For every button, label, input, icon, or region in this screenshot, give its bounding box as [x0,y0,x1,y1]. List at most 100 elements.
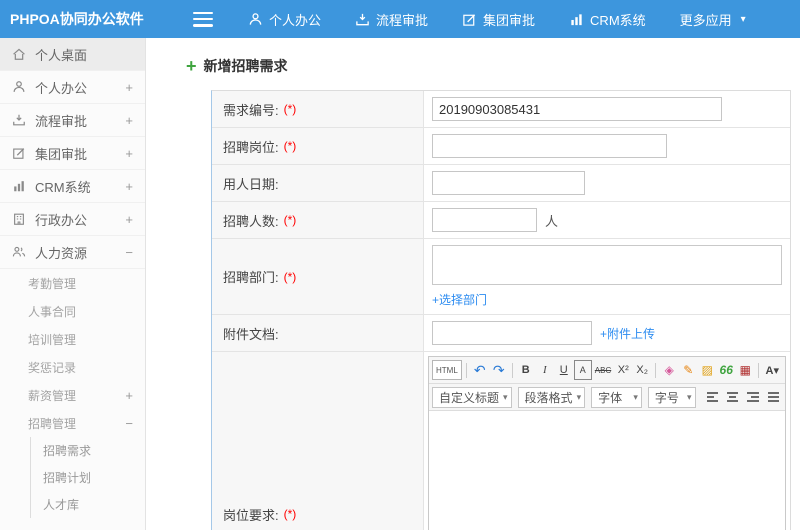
sidebar-subitem-talent-pool[interactable]: 人才库 [31,491,145,518]
undo-button[interactable]: ↶ [471,360,489,380]
sidebar-item-group-approval[interactable]: 集团审批 + [0,137,145,170]
recruit-department-textarea[interactable] [432,245,782,285]
dropdown-label: 自定义标题 [439,390,500,405]
align-justify-button[interactable] [765,387,782,407]
sidebar-item-label: 行政办公 [35,212,88,228]
sidebar-subitem-rewards[interactable]: 奖惩记录 [0,353,145,381]
label-text: 岗位要求: [223,507,279,523]
sidebar-item-label: 奖惩记录 [28,360,77,375]
hire-date-input[interactable] [432,171,585,195]
add-icon: + [186,56,197,76]
align-left-button[interactable] [704,387,721,407]
select-department-link[interactable]: +选择部门 [432,291,487,308]
recruit-count-input[interactable] [432,208,537,232]
field-value: 人 [424,202,790,238]
nav-crm-system[interactable]: CRM系统 [552,0,663,38]
bar-chart-icon [12,179,26,193]
sidebar-subitem-recruit-demand[interactable]: 招聘需求 [31,437,145,464]
sidebar-item-personal-office[interactable]: 个人办公 + [0,71,145,104]
superscript-button[interactable]: X² [614,360,632,380]
demand-number-input[interactable] [432,97,722,121]
eraser-button[interactable]: ◈ [660,360,678,380]
sidebar-item-crm-system[interactable]: CRM系统 + [0,170,145,203]
italic-button[interactable]: I [536,360,554,380]
field-label: 招聘人数: (*) [212,202,424,238]
font-size-dropdown[interactable]: 字号 ▾ [647,386,696,408]
bar-chart-icon [569,12,584,27]
hamburger-menu-icon[interactable] [193,11,213,27]
nav-workflow-approval[interactable]: 流程审批 [338,0,445,38]
nav-group-approval[interactable]: 集团审批 [445,0,552,38]
nav-more-apps[interactable]: 更多应用 ▾ [663,0,763,38]
strikethrough-button[interactable]: ABC [593,360,613,380]
insert-table-button[interactable]: ▦ [736,360,754,380]
sidebar-subitem-hr-contract[interactable]: 人事合同 [0,297,145,325]
attachment-input[interactable] [432,321,592,345]
sidebar-item-admin-office[interactable]: 行政办公 + [0,203,145,236]
paragraph-format-dropdown[interactable]: 段落格式 ▾ [517,386,586,408]
underline-button[interactable]: U [555,360,573,380]
redo-button[interactable]: ↷ [490,360,508,380]
form-row-position-requirements: 岗位要求: (*) HTML ↶ ↷ B I U A ABC X² X₂ ◈ ✎… [212,352,790,530]
nav-label: 集团审批 [483,12,536,28]
sidebar-item-label: 考勤管理 [28,276,77,291]
sidebar-item-label: 招聘需求 [43,444,92,458]
required-mark: (*) [283,102,297,116]
toolbar-separator [655,362,657,378]
html-source-button[interactable]: HTML [432,360,462,380]
field-label: 附件文档: [212,315,424,351]
expand-plus-icon: + [125,79,133,95]
editor-content[interactable] [429,411,785,530]
sidebar-item-label: 个人桌面 [35,47,88,63]
form-row-demand-number: 需求编号: (*) [212,91,790,128]
person-icon [12,80,26,94]
sidebar-item-label: 人力资源 [35,245,88,261]
chevron-down-icon: ▾ [633,391,638,402]
bold-button[interactable]: B [517,360,535,380]
font-color-button[interactable]: A▾ [763,360,781,380]
font-family-dropdown[interactable]: 字体 ▾ [591,386,642,408]
group-approval-icon [462,12,477,27]
chevron-down-icon: ▾ [740,13,746,25]
sidebar-subitem-attendance[interactable]: 考勤管理 [0,269,145,297]
sidebar-subitem-training[interactable]: 培训管理 [0,325,145,353]
label-text: 招聘岗位: [223,139,279,155]
recruit-demand-form: 需求编号: (*) 招聘岗位: (*) [211,90,791,530]
align-center-button[interactable] [724,387,741,407]
required-mark: (*) [283,507,297,521]
field-label: 招聘部门: (*) [212,239,424,314]
expand-plus-icon: + [125,145,133,161]
field-value [424,128,790,164]
blockquote-button[interactable]: 66 [717,360,735,380]
nav-personal-office[interactable]: 个人办公 [231,0,338,38]
sidebar-item-workflow-approval[interactable]: 流程审批 + [0,104,145,137]
sidebar-item-human-resources[interactable]: 人力资源 − [0,236,145,269]
form-row-recruit-count: 招聘人数: (*) 人 [212,202,790,239]
recruit-position-input[interactable] [432,134,667,158]
font-box-button[interactable]: A [573,360,592,380]
main-content: + 新增招聘需求 需求编号: (*) 招聘岗位: [146,38,800,530]
form-row-hire-date: 用人日期: [212,165,790,202]
app-logo: PHPOA协同办公软件 [10,11,144,27]
sidebar-item-label: CRM系统 [35,179,91,195]
label-text: 招聘部门: [223,270,279,285]
subscript-button[interactable]: X₂ [633,360,651,380]
format-brush-button[interactable]: ✎ [679,360,697,380]
label-text: 招聘人数: [223,213,279,229]
label-text: 需求编号: [223,102,279,118]
expand-plus-icon: + [125,112,133,128]
sidebar-subitem-recruit-plan[interactable]: 招聘计划 [31,464,145,491]
sidebar-item-personal-desktop[interactable]: 个人桌面 [0,38,145,71]
attachment-upload-link[interactable]: +附件上传 [600,325,655,342]
sidebar-subitem-recruitment[interactable]: 招聘管理 − [0,409,145,437]
fill-color-button[interactable]: ▨ [698,360,716,380]
label-text: 用人日期: [223,176,279,192]
custom-heading-dropdown[interactable]: 自定义标题 ▾ [432,386,512,408]
sidebar-subitem-salary[interactable]: 薪资管理 + [0,381,145,409]
approval-flow-icon [355,12,370,27]
unit-label: 人 [545,213,559,229]
align-right-button[interactable] [744,387,761,407]
page-body: 个人桌面 个人办公 + 流程审批 + 集团审批 + CRM系统 + 行政办公 +… [0,38,800,530]
person-icon [248,12,263,27]
top-header: PHPOA协同办公软件 个人办公 流程审批 集团审批 CRM系统 更多应用 ▾ [0,0,800,38]
